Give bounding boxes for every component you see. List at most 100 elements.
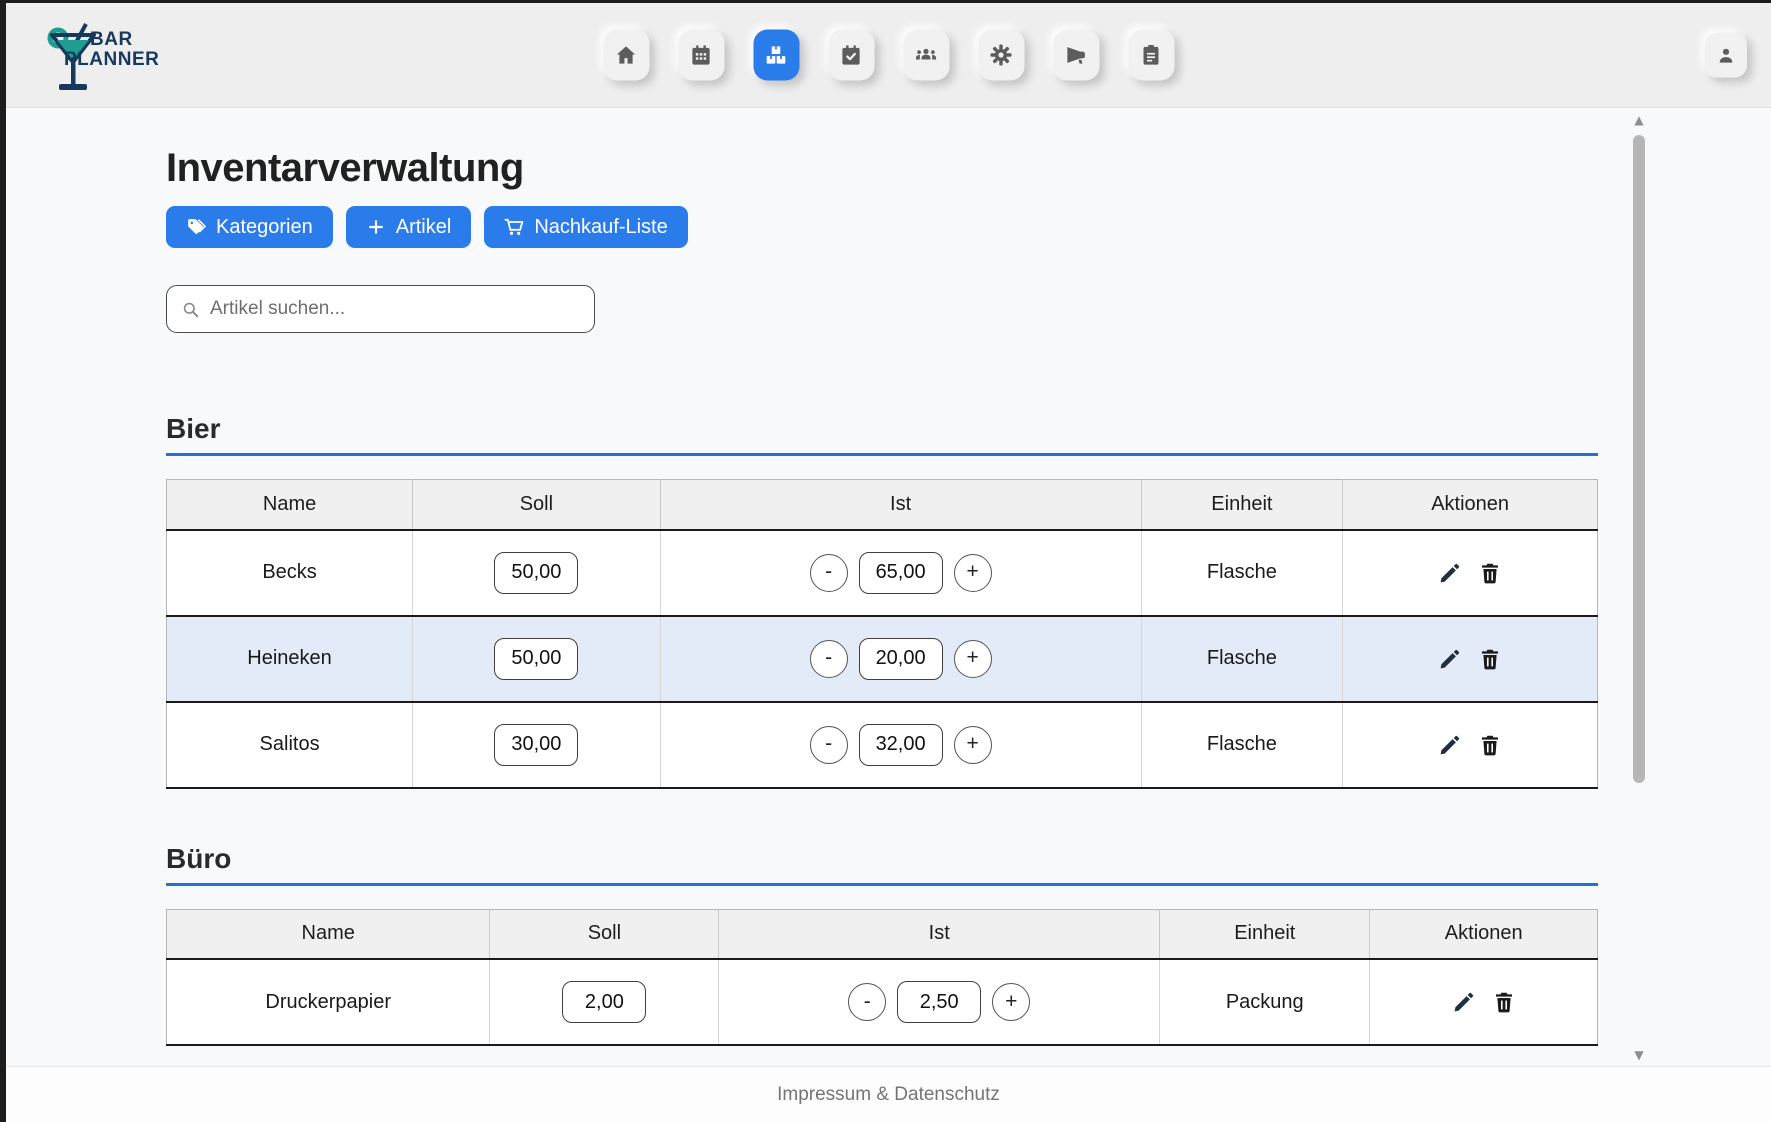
page-title: Inventarverwaltung xyxy=(166,146,1598,191)
ist-input[interactable] xyxy=(897,981,981,1023)
item-unit: Flasche xyxy=(1141,616,1343,702)
scroll-down-arrow-icon[interactable]: ▼ xyxy=(1631,1048,1647,1062)
increment-button[interactable]: + xyxy=(954,640,992,678)
item-name: Salitos xyxy=(167,702,413,788)
trash-icon xyxy=(1478,561,1502,585)
inventory-table-bier: NameSollIstEinheitAktionen Becks - xyxy=(166,479,1598,789)
artikel-label: Artikel xyxy=(396,216,452,239)
soll-input[interactable] xyxy=(494,638,578,680)
decrement-button[interactable]: - xyxy=(810,726,848,764)
item-unit: Flasche xyxy=(1141,702,1343,788)
top-header: BAR PLANNER xyxy=(6,3,1771,108)
item-unit: Flasche xyxy=(1141,530,1343,616)
brand-logo: BAR PLANNER xyxy=(32,12,192,98)
gear-icon xyxy=(990,44,1013,67)
ist-stepper: - + xyxy=(661,724,1141,766)
ist-stepper: - + xyxy=(661,638,1141,680)
column-header: Name xyxy=(167,909,490,959)
trash-icon xyxy=(1492,990,1516,1014)
nachkauf-liste-button[interactable]: Nachkauf-Liste xyxy=(484,206,687,248)
ist-input[interactable] xyxy=(859,638,943,680)
nav-home-button[interactable] xyxy=(603,30,649,81)
toolbar: Kategorien Artikel Nachkauf-Liste xyxy=(166,206,1598,248)
nav-calendar-button[interactable] xyxy=(678,30,724,81)
ist-input[interactable] xyxy=(859,724,943,766)
column-header: Ist xyxy=(719,909,1160,959)
nav-announcements-button[interactable] xyxy=(1053,30,1099,81)
search-box xyxy=(166,285,595,333)
home-icon xyxy=(615,44,638,67)
trash-icon xyxy=(1478,647,1502,671)
actions-cell xyxy=(1343,730,1597,760)
search-input[interactable] xyxy=(210,298,580,320)
footer: Impressum & Datenschutz xyxy=(6,1066,1771,1122)
edit-button[interactable] xyxy=(1449,987,1479,1017)
pencil-icon xyxy=(1438,647,1462,671)
scrollbar-thumb[interactable] xyxy=(1633,135,1645,783)
nachkauf-liste-label: Nachkauf-Liste xyxy=(534,216,667,239)
increment-button[interactable]: + xyxy=(954,554,992,592)
nav-reports-button[interactable] xyxy=(1128,30,1174,81)
column-header: Name xyxy=(167,480,413,530)
megaphone-icon xyxy=(1065,44,1088,67)
pencil-icon xyxy=(1438,733,1462,757)
kategorien-button[interactable]: Kategorien xyxy=(166,206,333,248)
item-name: Heineken xyxy=(167,616,413,702)
ist-stepper: - + xyxy=(719,981,1159,1023)
item-unit: Packung xyxy=(1160,959,1370,1045)
trash-icon xyxy=(1478,733,1502,757)
column-header: Einheit xyxy=(1141,480,1343,530)
brand-name: BAR PLANNER xyxy=(64,30,159,70)
edit-button[interactable] xyxy=(1435,558,1465,588)
decrement-button[interactable]: - xyxy=(810,554,848,592)
soll-input[interactable] xyxy=(494,724,578,766)
actions-cell xyxy=(1370,987,1597,1017)
nav-settings-button[interactable] xyxy=(978,30,1024,81)
section-bier: Bier NameSollIstEinheitAktionen Becks xyxy=(166,413,1598,789)
plus-icon xyxy=(366,217,386,237)
table-header-row: NameSollIstEinheitAktionen xyxy=(167,480,1598,530)
table-row: Heineken - + Flasche xyxy=(167,616,1598,702)
impressum-link[interactable]: Impressum & Datenschutz xyxy=(777,1084,1000,1106)
scrollbar: ▲ ▼ xyxy=(1631,110,1647,1066)
users-icon xyxy=(915,44,938,67)
ist-input[interactable] xyxy=(859,552,943,594)
delete-button[interactable] xyxy=(1475,558,1505,588)
kategorien-label: Kategorien xyxy=(216,216,313,239)
pencil-icon xyxy=(1452,990,1476,1014)
delete-button[interactable] xyxy=(1489,987,1519,1017)
profile-button[interactable] xyxy=(1705,33,1747,78)
decrement-button[interactable]: - xyxy=(810,640,848,678)
artikel-button[interactable]: Artikel xyxy=(346,206,472,248)
soll-input[interactable] xyxy=(562,981,646,1023)
edit-button[interactable] xyxy=(1435,730,1465,760)
section-buero: Büro NameSollIstEinheitAktionen Druckerp… xyxy=(166,843,1598,1047)
decrement-button[interactable]: - xyxy=(848,983,886,1021)
item-name: Druckerpapier xyxy=(167,959,490,1045)
ist-stepper: - + xyxy=(661,552,1141,594)
nav-inventory-button[interactable] xyxy=(753,30,799,81)
column-header: Aktionen xyxy=(1343,480,1598,530)
inventory-table-buero: NameSollIstEinheitAktionen Druckerpapier… xyxy=(166,909,1598,1047)
table-row: Druckerpapier - + Packung xyxy=(167,959,1598,1045)
column-header: Ist xyxy=(660,480,1141,530)
increment-button[interactable]: + xyxy=(992,983,1030,1021)
edit-button[interactable] xyxy=(1435,644,1465,674)
increment-button[interactable]: + xyxy=(954,726,992,764)
tags-icon xyxy=(186,217,206,237)
column-header: Soll xyxy=(413,480,661,530)
item-name: Becks xyxy=(167,530,413,616)
delete-button[interactable] xyxy=(1475,730,1505,760)
nav-team-button[interactable] xyxy=(903,30,949,81)
calendar-icon xyxy=(690,44,713,67)
scroll-up-arrow-icon[interactable]: ▲ xyxy=(1631,113,1647,127)
delete-button[interactable] xyxy=(1475,644,1505,674)
section-title: Bier xyxy=(166,413,1598,456)
section-title: Büro xyxy=(166,843,1598,886)
soll-input[interactable] xyxy=(494,552,578,594)
search-icon xyxy=(181,300,200,319)
person-icon xyxy=(1716,45,1736,65)
main-nav xyxy=(603,30,1174,81)
pencil-icon xyxy=(1438,561,1462,585)
nav-tasks-button[interactable] xyxy=(828,30,874,81)
